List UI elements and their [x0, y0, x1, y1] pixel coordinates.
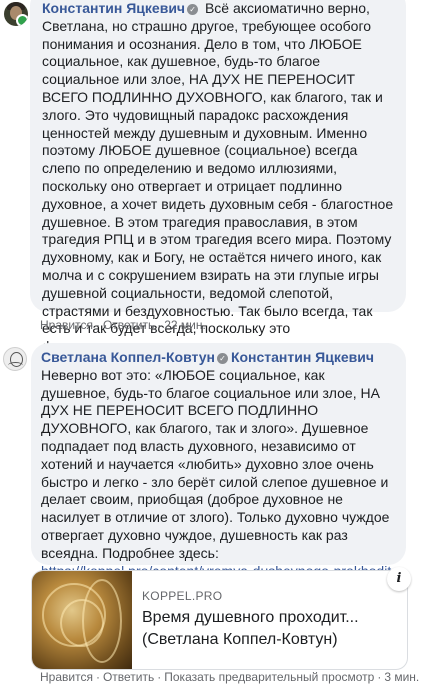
link-preview-card[interactable]: KOPPEL.PRO Время душевного проходит... (… — [31, 570, 408, 670]
comment-text: Всё аксиоматично верно, Светлана, но стр… — [42, 0, 394, 354]
comment-body: Константин Яцкевич ✓ Всё аксиоматично вер… — [42, 0, 394, 356]
mention-link[interactable]: Константин Яцкевич — [231, 349, 374, 365]
comment-body: Светлана Коппел-Ковтун ✓ Константин Яцкеви… — [41, 349, 396, 598]
link-preview-domain: KOPPEL.PRO — [142, 589, 223, 603]
comment-bubble: Светлана Коппел-Ковтун ✓ Константин Яцкеви… — [31, 343, 406, 596]
reply-button[interactable]: Ответить — [103, 318, 154, 332]
link-preview-image — [32, 571, 132, 669]
comment-text: Неверно вот это: «ЛЮБОЕ социальное, как … — [41, 366, 390, 561]
like-button[interactable]: Нравится — [40, 318, 93, 332]
info-icon[interactable]: i — [387, 567, 411, 591]
shield-icon: ✓ — [187, 4, 199, 15]
comment-actions: Нравится · Ответить · 22 мин. — [40, 318, 206, 332]
user-avatar[interactable] — [4, 2, 28, 26]
comment-author[interactable]: Светлана Коппел-Ковтун — [41, 349, 215, 365]
comment-author[interactable]: Константин Яцкевич — [42, 0, 185, 16]
reply-button[interactable]: Ответить — [103, 670, 154, 684]
comment-actions: Нравится · Ответить · Показать предварительн… — [40, 670, 420, 684]
link-preview-title: Время душевного проходит... (Светлана Ко… — [142, 609, 359, 648]
avatar-sketch-shoulders — [8, 362, 23, 369]
comment-bubble: Константин Яцкевич ✓ Всё аксиоматично вер… — [30, 0, 406, 354]
shield-icon: ✓ — [216, 353, 228, 364]
show-preview-button[interactable]: Показать предварительный просмотр — [164, 670, 374, 684]
comment-time[interactable]: 3 мин. — [384, 670, 419, 684]
comment-time[interactable]: 22 мин. — [164, 318, 206, 332]
user-avatar[interactable] — [3, 347, 27, 371]
like-button[interactable]: Нравится — [40, 670, 93, 684]
online-status-indicator — [16, 14, 28, 26]
